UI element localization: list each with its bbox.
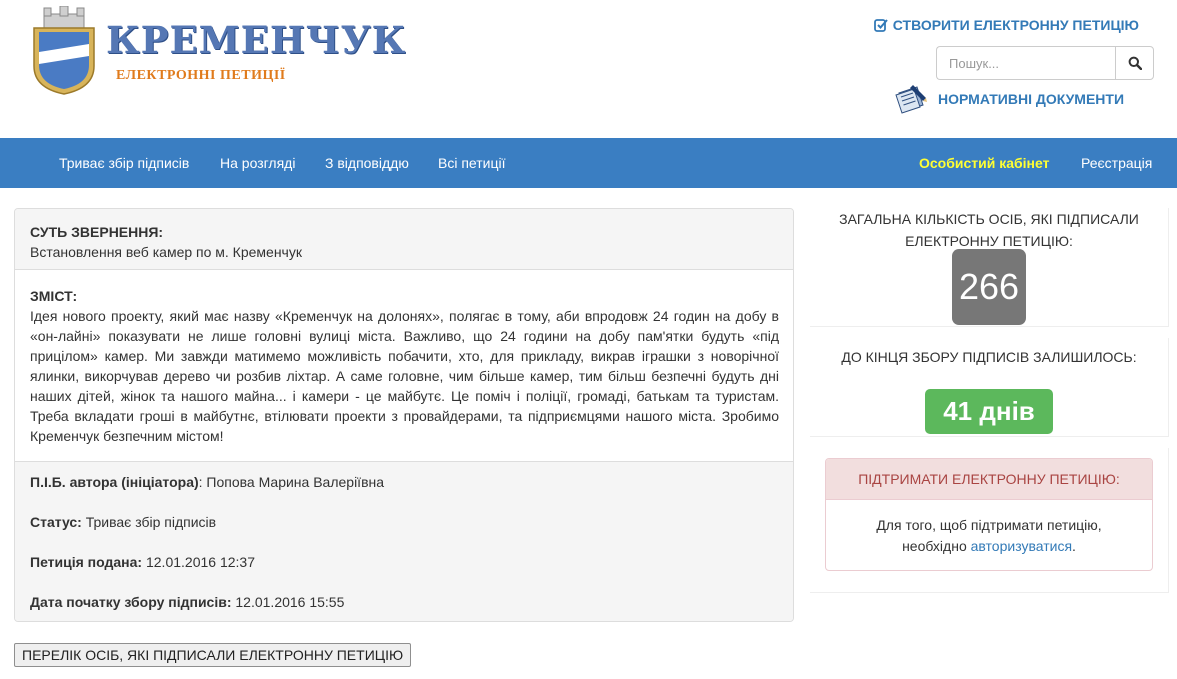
create-petition-link[interactable]: СТВОРИТИ ЕЛЕКТРОННУ ПЕТИЦІЮ	[873, 17, 1139, 33]
normative-documents-link[interactable]: НОРМАТИВНІ ДОКУМЕНТИ	[893, 83, 1124, 115]
support-title: ПІДТРИМАТИ ЕЛЕКТРОННУ ПЕТИЦІЮ:	[826, 459, 1152, 500]
signature-count-badge: 266	[952, 249, 1026, 325]
search-input[interactable]	[936, 46, 1115, 80]
petition-meta-section: П.І.Б. автора (ініціатора): Попова Марин…	[15, 461, 793, 621]
status-label: Статус:	[30, 514, 82, 530]
support-text-line2: необхідно авторизуватися.	[826, 536, 1152, 557]
subject-label: СУТЬ ЗВЕРНЕННЯ:	[30, 224, 164, 240]
start-date-row: Дата початку збору підписів: 12.01.2016 …	[30, 592, 778, 621]
edit-checkbox-icon	[873, 19, 888, 32]
petition-content-text: Ідея нового проекту, який має назву «Кре…	[30, 308, 779, 444]
support-text-suffix: .	[1072, 538, 1076, 554]
signature-count-card: ЗАГАЛЬНА КІЛЬКІСТЬ ОСІБ, ЯКІ ПІДПИСАЛИ Е…	[810, 208, 1169, 327]
start-date-label: Дата початку збору підписів:	[30, 594, 232, 610]
authorize-link[interactable]: авторизуватися	[971, 538, 1072, 554]
city-crest-icon	[33, 6, 95, 95]
main-navbar: Триває збір підписів На розгляді З відпо…	[0, 138, 1177, 188]
search-form	[936, 46, 1154, 80]
author-value: : Попова Марина Валеріївна	[198, 474, 385, 490]
site-logo[interactable]: КРЕМЕНЧУК ЕЛЕКТРОННІ ПЕТИЦІЇ	[30, 6, 405, 98]
search-icon	[1128, 56, 1142, 70]
support-card: ПІДТРИМАТИ ЕЛЕКТРОННУ ПЕТИЦІЮ: Для того,…	[810, 448, 1169, 593]
days-left-badge: 41 днів	[925, 389, 1053, 434]
petition-subject-section: СУТЬ ЗВЕРНЕННЯ: Встановлення веб камер п…	[15, 209, 793, 270]
site-header: КРЕМЕНЧУК ЕЛЕКТРОННІ ПЕТИЦІЇ СТВОРИТИ ЕЛ…	[0, 0, 1177, 138]
start-date-value: 12.01.2016 15:55	[231, 594, 345, 610]
days-left-card: ДО КІНЦЯ ЗБОРУ ПІДПИСІВ ЗАЛИШИЛОСЬ: 41 д…	[810, 338, 1169, 437]
brand-title: КРЕМЕНЧУК	[106, 18, 407, 62]
submitted-value: 12.01.2016 12:37	[142, 554, 255, 570]
brand-subtitle: ЕЛЕКТРОННІ ПЕТИЦІЇ	[116, 68, 286, 83]
nav-all-petitions[interactable]: Всі петиції	[438, 138, 506, 188]
content-label: ЗМІСТ:	[30, 288, 78, 304]
submitted-label: Петиція подана:	[30, 554, 143, 570]
nav-collecting-signatures[interactable]: Триває збір підписів	[59, 138, 189, 188]
author-label: П.І.Б. автора (ініціатора)	[30, 474, 199, 490]
support-panel: ПІДТРИМАТИ ЕЛЕКТРОННУ ПЕТИЦІЮ: Для того,…	[825, 458, 1153, 571]
support-body: Для того, щоб підтримати петицію, необхі…	[826, 500, 1152, 557]
create-petition-label: СТВОРИТИ ЕЛЕКТРОННУ ПЕТИЦІЮ	[892, 17, 1139, 33]
status-row: Статус: Триває збір підписів	[30, 512, 778, 552]
nav-with-answer[interactable]: З відповіддю	[325, 138, 409, 188]
petition-subject: Встановлення веб камер по м. Кременчук	[30, 244, 302, 260]
days-left-label: ДО КІНЦЯ ЗБОРУ ПІДПИСІВ ЗАЛИШИЛОСЬ:	[841, 349, 1137, 365]
nav-registration[interactable]: Реєстрація	[1081, 138, 1152, 188]
documents-icon	[895, 85, 927, 114]
status-value: Триває збір підписів	[81, 514, 217, 530]
petition-content-section: ЗМІСТ: Ідея нового проекту, який має наз…	[15, 270, 793, 461]
petition-panel: СУТЬ ЗВЕРНЕННЯ: Встановлення веб камер п…	[14, 208, 794, 622]
signature-count-label-line1: ЗАГАЛЬНА КІЛЬКІСТЬ ОСІБ, ЯКІ ПІДПИСАЛИ	[839, 211, 1139, 227]
nav-personal-cabinet[interactable]: Особистий кабінет	[919, 138, 1049, 188]
normative-documents-label: НОРМАТИВНІ ДОКУМЕНТИ	[938, 91, 1125, 107]
signature-count-label: ЗАГАЛЬНА КІЛЬКІСТЬ ОСІБ, ЯКІ ПІДПИСАЛИ Е…	[810, 208, 1168, 252]
support-text-prefix: необхідно	[902, 538, 971, 554]
submitted-row: Петиція подана: 12.01.2016 12:37	[30, 552, 778, 592]
nav-under-review[interactable]: На розгляді	[220, 138, 295, 188]
support-text-line1: Для того, щоб підтримати петицію,	[876, 517, 1102, 533]
author-row: П.І.Б. автора (ініціатора): Попова Марин…	[30, 472, 778, 512]
signers-list-button[interactable]: ПЕРЕЛІК ОСІБ, ЯКІ ПІДПИСАЛИ ЕЛЕКТРОННУ П…	[14, 643, 412, 667]
search-button[interactable]	[1115, 46, 1154, 80]
